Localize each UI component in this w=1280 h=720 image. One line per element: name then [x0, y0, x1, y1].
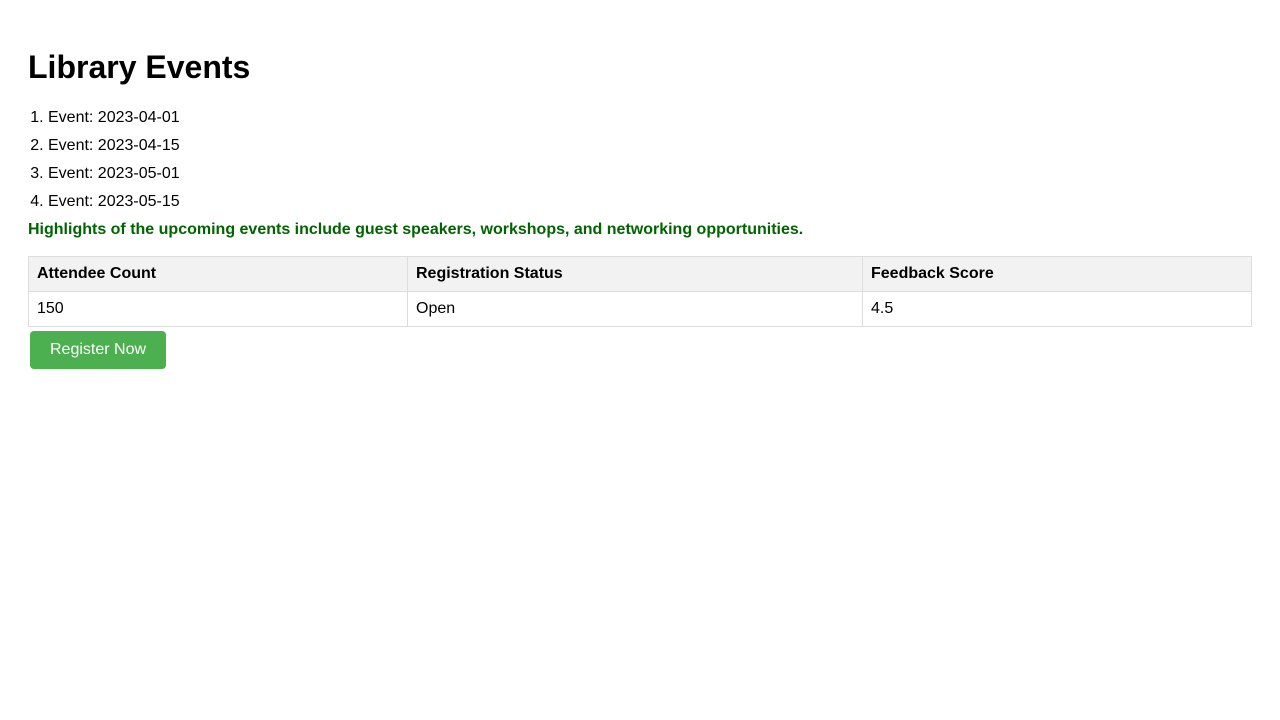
events-list: Event: 2023-04-01 Event: 2023-04-15 Even…: [28, 104, 1252, 216]
page-container: Library Events Event: 2023-04-01 Event: …: [0, 0, 1280, 369]
cell-feedback-score: 4.5: [862, 291, 1252, 327]
register-now-button[interactable]: Register Now: [30, 331, 167, 369]
header-feedback-score: Feedback Score: [862, 256, 1252, 292]
page-title: Library Events: [28, 49, 251, 85]
list-item: Event: 2023-05-15: [48, 188, 1252, 216]
list-item: Event: 2023-05-01: [48, 160, 1252, 188]
cell-registration-status: Open: [407, 291, 863, 327]
event-stats-table: Attendee Count Registration Status Feedb…: [28, 256, 1252, 327]
list-item: Event: 2023-04-15: [48, 132, 1252, 160]
table-row: 150 Open 4.5: [28, 291, 1252, 327]
header-registration-status: Registration Status: [407, 256, 863, 292]
table-header-row: Attendee Count Registration Status Feedb…: [28, 256, 1252, 292]
highlights-text: Highlights of the upcoming events includ…: [28, 221, 804, 238]
cell-attendee-count: 150: [28, 291, 408, 327]
header-attendee-count: Attendee Count: [28, 256, 408, 292]
list-item: Event: 2023-04-01: [48, 104, 1252, 132]
